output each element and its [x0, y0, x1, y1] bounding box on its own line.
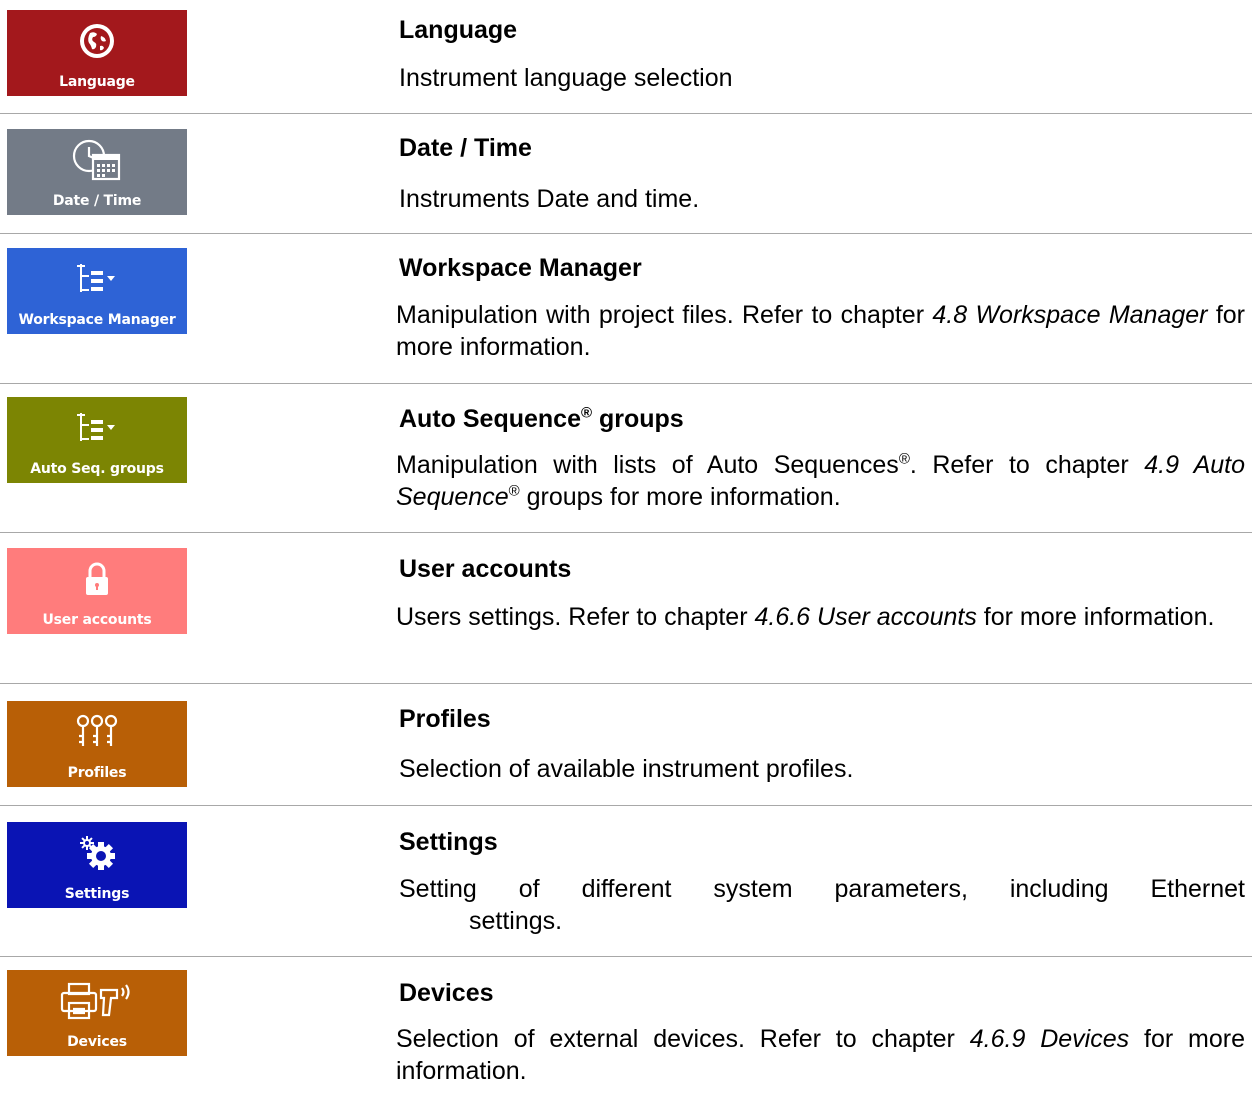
registered-mark: ® — [580, 404, 593, 422]
tile-label: Profiles — [67, 765, 127, 781]
description-text: settings. — [469, 907, 563, 935]
clock-calendar-icon — [7, 139, 187, 181]
item-description: Selection of external devices. Refer to … — [396, 1023, 1245, 1087]
title-text: groups — [592, 405, 684, 433]
item-description: Manipulation with project files. Refer t… — [396, 299, 1245, 363]
chapter-reference: 4.6.9 Devices — [969, 1025, 1130, 1053]
workspace-manager-tile[interactable]: Workspace Manager — [7, 248, 187, 334]
profiles-tile[interactable]: Profiles — [7, 701, 187, 787]
divider — [0, 683, 1252, 684]
chapter-reference: 4.6.6 User accounts — [754, 603, 977, 631]
description-text: . Refer to chapter — [909, 451, 1145, 479]
printer-scanner-icon — [7, 980, 187, 1022]
item-description: Manipulation with lists of Auto Sequence… — [396, 449, 1245, 513]
registered-mark: ® — [898, 450, 910, 468]
registered-mark: ® — [508, 482, 520, 500]
description-text: Manipulation with project files. Refer t… — [396, 301, 933, 329]
divider — [0, 956, 1252, 957]
divider — [0, 113, 1252, 114]
item-title: Profiles — [399, 705, 491, 733]
tile-label: Language — [59, 74, 135, 90]
item-title: Devices — [399, 979, 494, 1007]
item-title: Workspace Manager — [399, 254, 642, 282]
user-accounts-tile[interactable]: User accounts — [7, 548, 187, 634]
keys-icon — [7, 711, 187, 753]
item-title: User accounts — [399, 555, 572, 583]
description-text: groups for more information. — [519, 483, 841, 511]
tile-label: User accounts — [42, 612, 152, 628]
tile-label: Devices — [67, 1034, 127, 1050]
divider — [0, 383, 1252, 384]
item-title: Language — [399, 16, 518, 44]
item-title: Date / Time — [399, 134, 532, 162]
tree-list-icon — [7, 407, 187, 449]
gears-icon — [7, 832, 187, 874]
tile-label: Auto Seq. groups — [30, 461, 164, 477]
item-title: Auto Sequence® groups — [399, 404, 684, 434]
devices-tile[interactable]: Devices — [7, 970, 187, 1056]
item-description: Instrument language selection — [399, 64, 733, 92]
tile-label: Date / Time — [52, 193, 142, 209]
item-description: Setting of different system parameters, … — [399, 873, 1245, 937]
description-text: Selection of external devices. Refer to … — [396, 1025, 970, 1053]
globe-icon — [7, 20, 187, 62]
tile-label: Workspace Manager — [18, 312, 176, 328]
item-description: Users settings. Refer to chapter 4.6.6 U… — [396, 601, 1245, 633]
datetime-tile[interactable]: Date / Time — [7, 129, 187, 215]
chapter-reference: 4.8 Workspace Manager — [932, 301, 1208, 329]
item-title: Settings — [399, 828, 498, 856]
description-text: Manipulation with lists of Auto Sequence… — [396, 451, 899, 479]
description-text: Users settings. Refer to chapter — [396, 603, 755, 631]
tile-label: Settings — [64, 886, 130, 902]
item-description: Selection of available instrument profil… — [399, 755, 854, 783]
description-text: for more information. — [976, 603, 1215, 631]
language-tile[interactable]: Language — [7, 10, 187, 96]
divider — [0, 532, 1252, 533]
divider — [0, 805, 1252, 806]
settings-tile[interactable]: Settings — [7, 822, 187, 908]
description-text: Setting of different system parameters, … — [399, 875, 1245, 903]
title-text: Auto Sequence — [399, 405, 581, 433]
lock-icon — [7, 558, 187, 600]
tree-list-icon — [7, 258, 187, 300]
auto-seq-groups-tile[interactable]: Auto Seq. groups — [7, 397, 187, 483]
divider — [0, 233, 1252, 234]
item-description: Instruments Date and time. — [399, 185, 700, 213]
